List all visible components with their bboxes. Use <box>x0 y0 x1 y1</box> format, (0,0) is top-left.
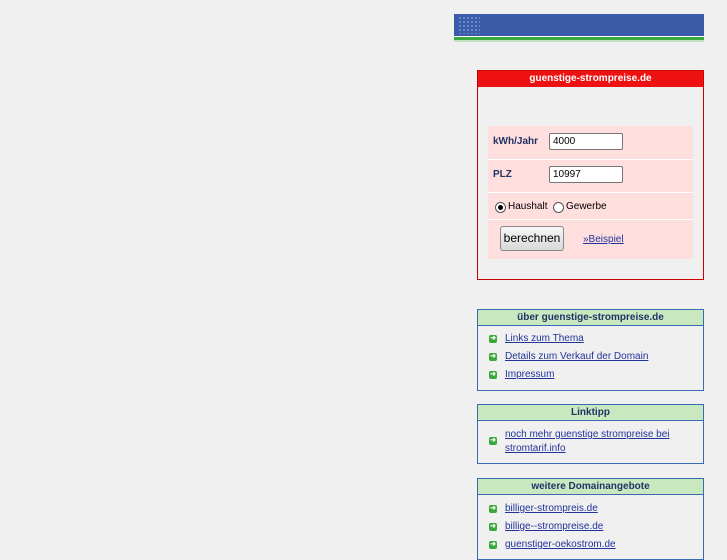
arrow-bullet-icon: ➜ <box>489 541 497 549</box>
list-item: ➜ Links zum Thema <box>478 332 703 346</box>
list-item: ➜ billiger-strompreis.de <box>478 502 703 516</box>
domains-box: weitere Domainangebote ➜ billiger-strompr… <box>477 478 704 560</box>
arrow-bullet-icon: ➜ <box>489 371 497 379</box>
list-item: ➜ billige--strompreise.de <box>478 520 703 534</box>
plz-input[interactable]: 10997 <box>549 166 623 183</box>
about-box-title: über guenstige-strompreise.de <box>478 310 703 326</box>
arrow-bullet-icon: ➜ <box>489 505 497 513</box>
plz-row: PLZ 10997 <box>488 160 693 193</box>
business-label: Gewerbe <box>566 201 607 212</box>
list-item: ➜ guenstiger-oekostrom.de <box>478 538 703 552</box>
kwh-input[interactable]: 4000 <box>549 133 623 150</box>
arrow-bullet-icon: ➜ <box>489 353 497 361</box>
domain-sale-details-link[interactable]: Details zum Verkauf der Domain <box>505 351 648 362</box>
calculator-form: kWh/Jahr 4000 PLZ 10997 Haushalt Gewerbe… <box>488 126 693 259</box>
impressum-link[interactable]: Impressum <box>505 369 554 380</box>
linktipp-box-title: Linktipp <box>478 405 703 421</box>
linktipp-box: Linktipp ➜ noch mehr guenstige strompreis… <box>477 404 704 464</box>
about-box: über guenstige-strompreise.de ➜ Links zum… <box>477 309 704 391</box>
header-stripe <box>454 36 704 42</box>
header-dots-pattern <box>458 16 480 34</box>
arrow-bullet-icon: ➜ <box>489 335 497 343</box>
arrow-bullet-icon: ➜ <box>489 437 497 445</box>
domain-link[interactable]: billige--strompreise.de <box>505 521 603 532</box>
arrow-bullet-icon: ➜ <box>489 523 497 531</box>
list-item: ➜ Impressum <box>478 368 703 382</box>
household-radio[interactable] <box>495 202 506 213</box>
links-zum-thema-link[interactable]: Links zum Thema <box>505 333 584 344</box>
plz-label: PLZ <box>493 169 512 180</box>
domain-link[interactable]: billiger-strompreis.de <box>505 503 598 514</box>
domains-box-title: weitere Domainangebote <box>478 479 703 495</box>
calculator-title: guenstige-strompreise.de <box>478 71 703 87</box>
type-row: Haushalt Gewerbe <box>488 193 693 220</box>
stromtarif-link[interactable]: noch mehr guenstige strompreise bei stro… <box>505 429 670 454</box>
header-banner <box>454 14 704 36</box>
kwh-label: kWh/Jahr <box>493 136 539 147</box>
list-item: ➜ noch mehr guenstige strompreise bei str… <box>478 428 683 456</box>
price-calculator: guenstige-strompreise.de kWh/Jahr 4000 P… <box>477 70 704 280</box>
calculate-button[interactable]: berechnen <box>500 226 564 251</box>
business-radio[interactable] <box>553 202 564 213</box>
household-label: Haushalt <box>508 201 548 212</box>
list-item: ➜ Details zum Verkauf der Domain <box>478 350 703 364</box>
example-link[interactable]: »Beispiel <box>583 234 624 245</box>
kwh-row: kWh/Jahr 4000 <box>488 126 693 160</box>
